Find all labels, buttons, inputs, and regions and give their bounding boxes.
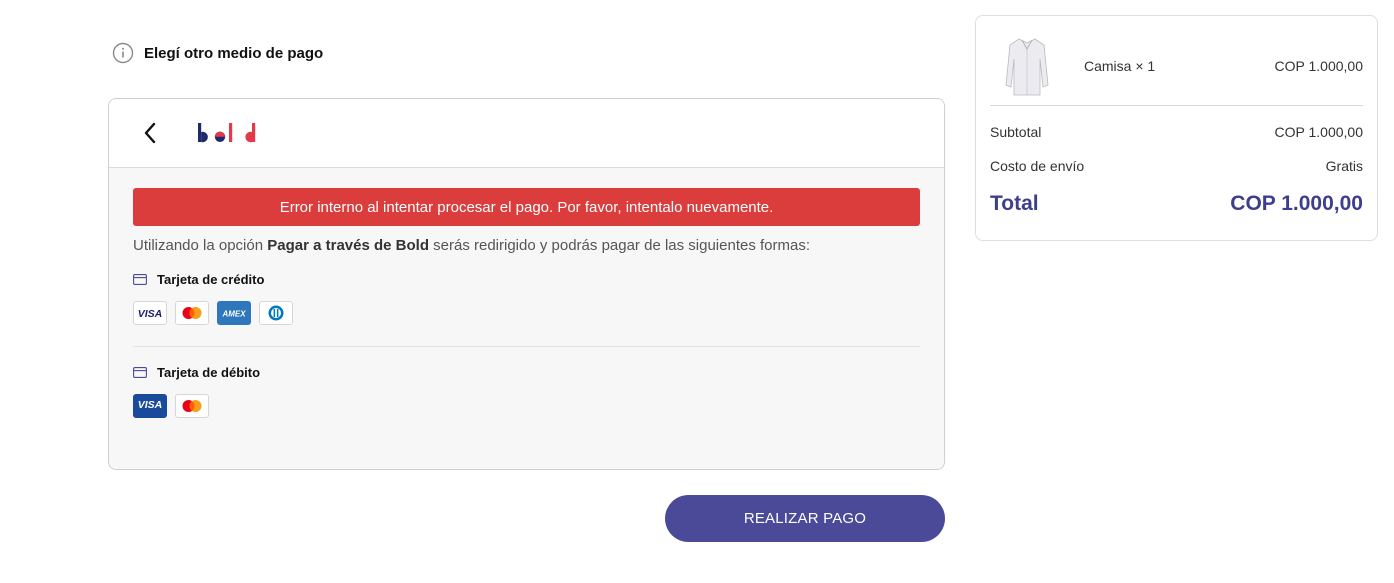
- total-label: Total: [990, 192, 1039, 215]
- debit-card-brands: VISA: [133, 394, 920, 418]
- redirect-description: Utilizando la opción Pagar a través de B…: [133, 237, 920, 254]
- visa-logo: VISA: [133, 301, 167, 325]
- back-button[interactable]: [137, 119, 163, 147]
- payment-panel: Error interno al intentar procesar el pa…: [108, 98, 945, 470]
- choose-other-method-link[interactable]: Elegí otro medio de pago: [112, 42, 323, 64]
- credit-card-title: Tarjeta de crédito: [133, 272, 920, 287]
- info-icon: [112, 42, 134, 64]
- mastercard-icon: [182, 307, 202, 319]
- shipping-label: Costo de envío: [990, 158, 1085, 174]
- total-row: Total COP 1.000,00: [990, 192, 1363, 216]
- subtotal-label: Subtotal: [990, 124, 1042, 140]
- error-banner: Error interno al intentar procesar el pa…: [133, 188, 920, 226]
- choose-other-method-label: Elegí otro medio de pago: [144, 44, 324, 62]
- mastercard-logo: [175, 301, 209, 325]
- debit-card-title: Tarjeta de débito: [133, 365, 920, 380]
- submit-payment-button[interactable]: REALIZAR PAGO: [665, 495, 945, 542]
- debit-card-icon: [133, 367, 147, 378]
- visa-debit-logo-text: VISA: [138, 399, 163, 411]
- chevron-left-icon: [144, 122, 156, 144]
- shipping-value: Gratis: [1325, 158, 1363, 174]
- visa-debit-logo: VISA: [133, 394, 167, 418]
- bold-logo: [198, 123, 256, 143]
- summary-divider: [990, 105, 1363, 106]
- redirect-option-name: Pagar a través de Bold: [267, 237, 429, 254]
- debit-card-label: Tarjeta de débito: [157, 365, 261, 380]
- order-summary: Camisa × 1 COP 1.000,00 Subtotal COP 1.0…: [975, 15, 1378, 241]
- total-value: COP 1.000,00: [1230, 192, 1363, 215]
- payment-panel-header: [109, 99, 944, 168]
- credit-card-label: Tarjeta de crédito: [157, 272, 265, 287]
- mastercard-debit-logo: [175, 394, 209, 418]
- debit-card-method: Tarjeta de débito VISA: [133, 347, 920, 418]
- shipping-row: Costo de envío Gratis: [990, 158, 1363, 174]
- product-name: Camisa × 1: [1084, 58, 1155, 74]
- credit-card-icon: [133, 274, 147, 285]
- product-price: COP 1.000,00: [1274, 58, 1363, 74]
- diners-club-logo: [259, 301, 293, 325]
- redirect-prefix: Utilizando la opción: [133, 237, 268, 254]
- credit-card-method: Tarjeta de crédito VISA AMEX: [133, 254, 920, 347]
- payment-panel-body: Error interno al intentar procesar el pa…: [109, 168, 944, 418]
- product-row: Camisa × 1 COP 1.000,00: [990, 26, 1363, 106]
- amex-logo: AMEX: [217, 301, 251, 325]
- redirect-suffix: serás redirigido y podrás pagar de las s…: [428, 237, 811, 254]
- shirt-thumbnail: [1002, 33, 1052, 99]
- mastercard-debit-icon: [182, 400, 202, 412]
- product-name-text: Camisa: [1084, 58, 1132, 74]
- diners-club-icon: [268, 305, 284, 321]
- product-quantity: × 1: [1135, 58, 1156, 74]
- subtotal-row: Subtotal COP 1.000,00: [990, 124, 1363, 140]
- visa-logo-text: VISA: [138, 308, 163, 320]
- credit-card-brands: VISA AMEX: [133, 301, 920, 325]
- subtotal-value: COP 1.000,00: [1274, 124, 1363, 140]
- amex-logo-text: AMEX: [221, 310, 246, 319]
